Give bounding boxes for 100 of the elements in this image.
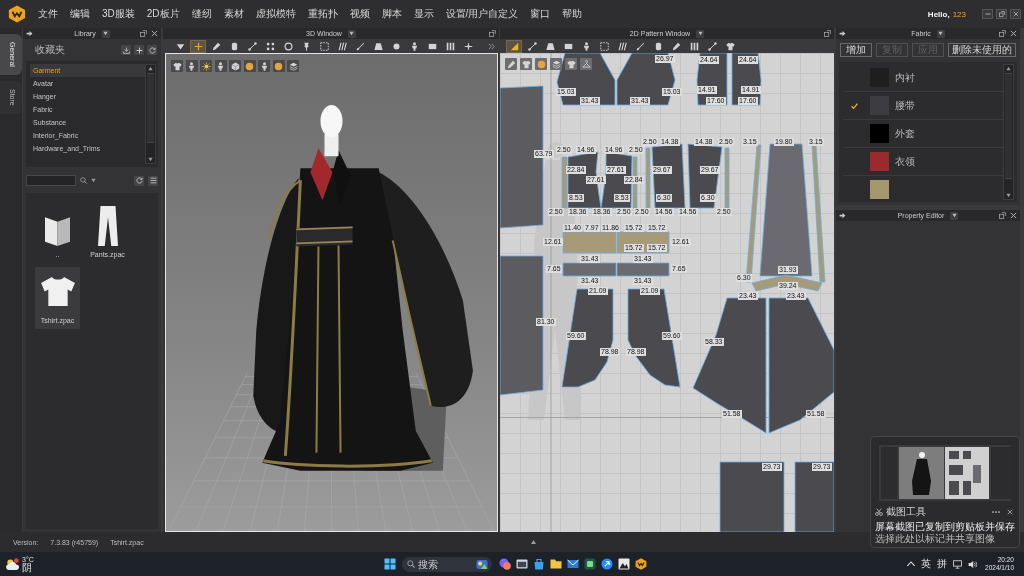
view-option-button[interactable] bbox=[214, 60, 227, 72]
search-field[interactable] bbox=[26, 175, 76, 186]
refresh-button[interactable] bbox=[147, 45, 157, 55]
right-arrow-icon[interactable] bbox=[26, 30, 33, 37]
hexagon-logo-icon[interactable] bbox=[8, 5, 26, 23]
view-option-button[interactable] bbox=[229, 60, 241, 72]
rounded-square-icon[interactable] bbox=[584, 558, 596, 570]
menu-item[interactable]: 视频 bbox=[343, 7, 376, 21]
cloud-sun-icon[interactable] bbox=[6, 557, 19, 571]
down-triangle-icon[interactable] bbox=[91, 178, 96, 183]
close-icon[interactable] bbox=[1010, 212, 1017, 219]
dropdown-button[interactable] bbox=[950, 211, 959, 220]
tool-button[interactable] bbox=[506, 39, 522, 53]
menu-item[interactable]: 窗口 bbox=[524, 7, 557, 21]
circle-arrow-icon[interactable] bbox=[601, 558, 613, 570]
right-arrow-icon[interactable] bbox=[839, 212, 846, 219]
dropdown-button[interactable] bbox=[101, 29, 110, 38]
undock-icon[interactable] bbox=[824, 30, 831, 37]
pattern-piece[interactable] bbox=[692, 297, 767, 434]
list-view-button[interactable] bbox=[148, 175, 158, 186]
minimize-button[interactable] bbox=[982, 9, 993, 19]
envelope-icon[interactable] bbox=[567, 558, 579, 570]
scrollbar[interactable] bbox=[145, 64, 156, 164]
speaker-icon[interactable] bbox=[968, 559, 978, 569]
view-option-button[interactable] bbox=[171, 60, 183, 72]
restore-button[interactable] bbox=[996, 9, 1007, 19]
fabric-list-item[interactable]: 腰带 bbox=[843, 92, 1003, 120]
up-triangle-icon[interactable] bbox=[530, 539, 537, 545]
search-icon[interactable] bbox=[80, 177, 87, 184]
view-option-button[interactable] bbox=[258, 60, 270, 72]
undock-icon[interactable] bbox=[999, 212, 1006, 219]
start-button[interactable] bbox=[383, 557, 397, 571]
tool-button[interactable] bbox=[190, 39, 206, 53]
view-option-button[interactable] bbox=[505, 58, 517, 70]
pattern-piece[interactable] bbox=[719, 461, 785, 532]
menu-item[interactable]: 编辑 bbox=[64, 7, 96, 21]
menu-item[interactable]: 文件 bbox=[32, 7, 64, 21]
pattern-piece[interactable] bbox=[751, 274, 823, 292]
menu-item[interactable]: 缝纫 bbox=[185, 7, 218, 21]
fabric-list-item[interactable]: 外套 bbox=[843, 120, 1003, 148]
menu-item[interactable]: 重拓扑 bbox=[301, 7, 344, 21]
menu-item[interactable]: 脚本 bbox=[375, 7, 408, 21]
overlapping-circles-icon[interactable] bbox=[499, 558, 511, 570]
pattern-piece[interactable] bbox=[627, 288, 681, 388]
import-button[interactable] bbox=[121, 45, 131, 55]
view-option-button[interactable] bbox=[243, 60, 256, 72]
scrollbar[interactable] bbox=[1003, 64, 1014, 200]
menu-item[interactable]: 素材 bbox=[217, 7, 250, 21]
view-option-button[interactable] bbox=[200, 60, 212, 72]
menu-item[interactable]: 帮助 bbox=[556, 7, 589, 21]
search-field[interactable]: 搜索 bbox=[402, 556, 492, 572]
close-button[interactable] bbox=[1010, 9, 1021, 19]
weather-text: 阴 bbox=[22, 562, 33, 573]
refresh-button[interactable] bbox=[134, 175, 144, 186]
add-button[interactable] bbox=[134, 45, 144, 55]
dropdown-button[interactable] bbox=[347, 29, 356, 38]
undock-icon[interactable] bbox=[999, 30, 1006, 37]
pattern-piece[interactable] bbox=[759, 143, 813, 277]
undock-icon[interactable] bbox=[489, 30, 496, 37]
pattern-piece[interactable] bbox=[768, 297, 834, 434]
undock-icon[interactable] bbox=[140, 30, 147, 37]
dropdown-button[interactable] bbox=[696, 29, 705, 38]
menu-item[interactable]: 虚拟模特 bbox=[249, 7, 302, 21]
fabric-list-item[interactable]: 内衬 bbox=[843, 64, 1003, 92]
view-option-button[interactable] bbox=[272, 60, 285, 72]
fabric-action-button[interactable]: 删除未使用的 bbox=[948, 43, 1016, 57]
menu-item[interactable]: 设置/用户自定义 bbox=[439, 7, 525, 21]
scrollbar-thumb[interactable] bbox=[1005, 73, 1012, 179]
menu-item[interactable]: 2D板片 bbox=[140, 7, 186, 21]
view-option-button[interactable] bbox=[565, 58, 577, 70]
pattern-piece[interactable] bbox=[562, 262, 617, 277]
menu-item[interactable]: 显示 bbox=[407, 7, 440, 21]
window-icon[interactable] bbox=[516, 558, 528, 570]
pattern-piece[interactable] bbox=[794, 461, 834, 532]
double-chevron-icon[interactable] bbox=[488, 42, 495, 50]
monitor-icon[interactable] bbox=[953, 559, 963, 569]
menu-item[interactable]: 3D服装 bbox=[96, 7, 141, 21]
chevron-up-icon[interactable] bbox=[907, 561, 916, 567]
view-option-button[interactable] bbox=[580, 58, 592, 70]
view-option-button[interactable] bbox=[287, 60, 299, 72]
fabric-action-button[interactable]: 增加 bbox=[840, 43, 872, 57]
shopping-bag-icon[interactable] bbox=[533, 558, 545, 570]
input-mode[interactable]: 拼 bbox=[937, 557, 948, 571]
close-icon[interactable] bbox=[151, 30, 158, 37]
dropdown-button[interactable] bbox=[936, 29, 945, 38]
right-arrow-icon[interactable] bbox=[839, 30, 846, 37]
input-language[interactable]: 英 bbox=[921, 557, 932, 571]
scrollbar-thumb[interactable] bbox=[147, 73, 154, 143]
close-icon[interactable] bbox=[1010, 30, 1017, 37]
view-option-button[interactable] bbox=[185, 60, 198, 72]
hexagon-logo-icon[interactable] bbox=[635, 558, 647, 570]
view-option-button[interactable] bbox=[550, 58, 562, 70]
3d-viewport[interactable] bbox=[165, 53, 498, 532]
view-option-button[interactable] bbox=[520, 58, 532, 70]
notification-popup[interactable]: 截图工具 屏幕截图已复制到剪贴板并保存 选择此处以标记并共享图像 bbox=[870, 436, 1020, 548]
pattern-canvas[interactable] bbox=[500, 53, 834, 532]
fabric-list-item[interactable]: 衣领 bbox=[843, 148, 1003, 176]
folder-icon[interactable] bbox=[550, 558, 562, 570]
mountain-icon[interactable] bbox=[618, 558, 630, 570]
pattern-piece[interactable] bbox=[616, 262, 670, 277]
